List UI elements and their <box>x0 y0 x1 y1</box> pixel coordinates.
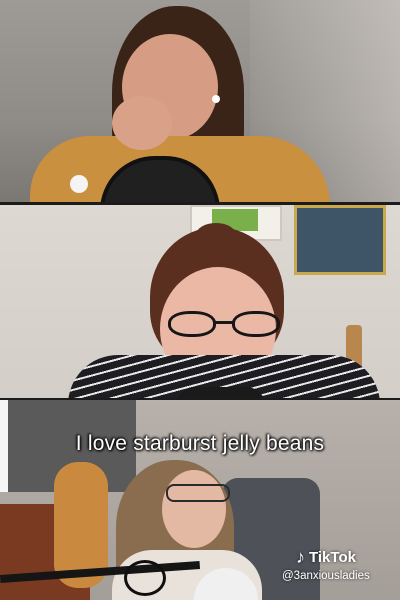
face-3 <box>162 470 226 548</box>
tiktok-handle: @3anxiousladies <box>282 570 370 582</box>
tiktok-watermark: ♪ TikTok @3anxiousladies <box>278 548 398 594</box>
tiktok-note-icon: ♪ <box>296 547 305 567</box>
hand-1 <box>112 96 172 150</box>
microphone-2 <box>176 387 266 398</box>
earbud-1 <box>212 95 220 103</box>
video-tile-1 <box>0 0 400 202</box>
tiktok-brand: TikTok <box>309 548 356 566</box>
caption-text: I love starburst jelly beans <box>75 432 325 455</box>
mic-cable <box>124 560 166 596</box>
glasses-3 <box>166 484 230 502</box>
hair-bun-2 <box>196 223 236 247</box>
wall-frame-right <box>294 205 386 275</box>
video-tile-2 <box>0 205 400 398</box>
watch-1 <box>70 175 88 193</box>
glasses-2 <box>168 311 286 337</box>
